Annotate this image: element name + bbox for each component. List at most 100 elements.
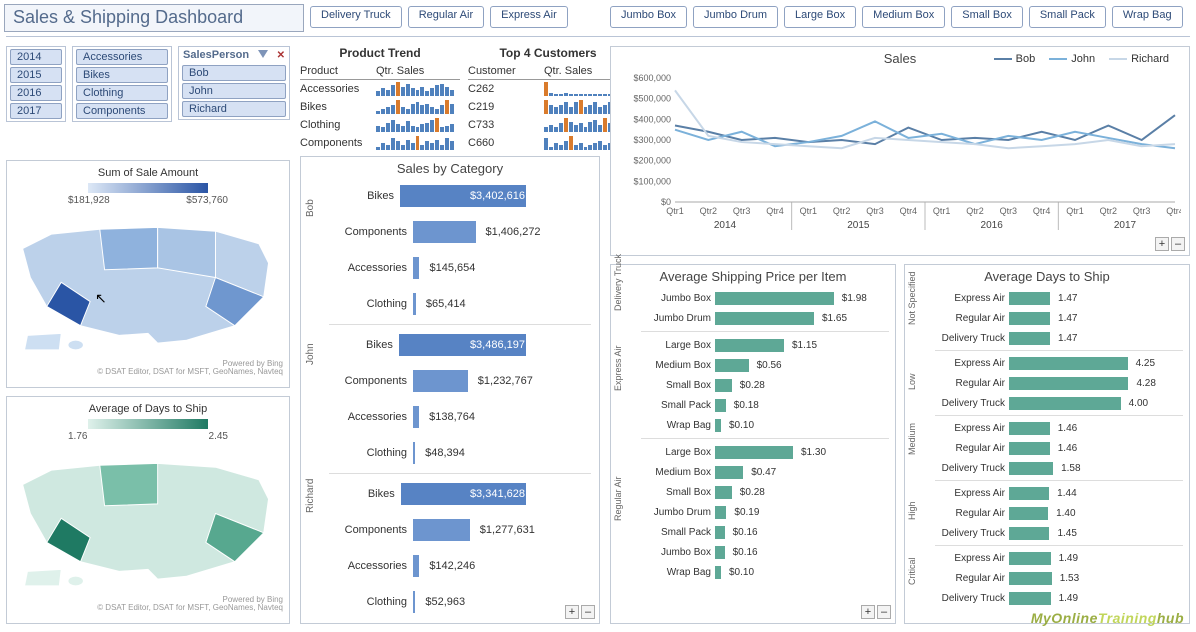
svg-text:Qtr2: Qtr2 xyxy=(1100,206,1118,216)
days-ship-bar xyxy=(1009,507,1048,520)
ship-price-bar xyxy=(715,486,732,499)
us-map-days[interactable] xyxy=(13,446,283,591)
map-days-legend-values: 1.76 2.45 xyxy=(68,431,228,442)
zoom-out-button[interactable]: – xyxy=(1171,237,1185,251)
container-option-4[interactable]: Small Box xyxy=(951,6,1023,28)
sales-cat-bar-label: Accessories xyxy=(329,411,407,423)
avg-days-to-ship-chart[interactable]: Average Days to Ship Express Air1.47Regu… xyxy=(904,264,1190,624)
sales-cat-bar-row: Bikes$3,486,197 xyxy=(329,327,591,363)
watermark-c: hub xyxy=(1157,610,1184,626)
map-days-title: Average of Days to Ship xyxy=(13,403,283,415)
sales-by-category-chart[interactable]: Sales by Category Bikes$3,402,616Compone… xyxy=(300,156,600,624)
ship-price-value: $0.28 xyxy=(740,487,765,498)
salesperson-option-1[interactable]: John xyxy=(182,83,286,99)
days-ship-value: 1.47 xyxy=(1058,333,1077,344)
clear-filter-icon[interactable]: ✕ xyxy=(277,50,285,61)
prod-trend-label: Clothing xyxy=(300,119,376,131)
year-option-3[interactable]: 2017 xyxy=(10,103,62,119)
category-option-3[interactable]: Components xyxy=(76,103,168,119)
ship-price-zoom: + – xyxy=(861,605,891,619)
zoom-out-button[interactable]: – xyxy=(581,605,595,619)
map-sales-card: Sum of Sale Amount $181,928 $573,760 Pow… xyxy=(6,160,290,388)
category-option-1[interactable]: Bikes xyxy=(76,67,168,83)
days-ship-value: 1.47 xyxy=(1058,293,1077,304)
days-ship-bar xyxy=(1009,442,1050,455)
ship-price-row: Medium Box$0.47 xyxy=(641,462,889,482)
container-option-3[interactable]: Medium Box xyxy=(862,6,945,28)
top4-title: Top 4 Customers xyxy=(468,46,628,60)
year-option-0[interactable]: 2014 xyxy=(10,49,62,65)
sales-cat-bar-row: Accessories$138,764 xyxy=(329,399,591,435)
ship-price-row: Small Pack$0.16 xyxy=(641,522,889,542)
ship-price-group: Express Air xyxy=(613,345,623,391)
sales-cat-bar xyxy=(413,370,468,392)
days-ship-label: Delivery Truck xyxy=(935,593,1005,604)
avg-shipping-price-chart[interactable]: Average Shipping Price per Item Jumbo Bo… xyxy=(610,264,896,624)
map-days-gradient xyxy=(88,419,208,429)
prod-trend-row: Clothing xyxy=(300,116,460,134)
days-ship-group: Not Specified xyxy=(907,271,917,325)
days-ship-value: 1.46 xyxy=(1058,443,1077,454)
ship-price-bar xyxy=(715,506,726,519)
svg-text:Qtr4: Qtr4 xyxy=(1033,206,1051,216)
ship-price-label: Jumbo Box xyxy=(641,547,711,558)
sales-cat-bar-row: Components$1,277,631 xyxy=(329,512,591,548)
shipmode-option-1[interactable]: Regular Air xyxy=(408,6,484,28)
legend-john[interactable]: John xyxy=(1049,53,1095,65)
ship-price-row: Small Box$0.28 xyxy=(641,375,889,395)
container-option-2[interactable]: Large Box xyxy=(784,6,856,28)
shipmode-option-0[interactable]: Delivery Truck xyxy=(310,6,402,28)
days-ship-value: 1.40 xyxy=(1056,508,1075,519)
salesperson-option-2[interactable]: Richard xyxy=(182,101,286,117)
ship-price-bar xyxy=(715,399,726,412)
zoom-out-button[interactable]: – xyxy=(877,605,891,619)
zoom-in-button[interactable]: + xyxy=(1155,237,1169,251)
us-map-sales[interactable] xyxy=(13,210,283,355)
ship-price-label: Small Pack xyxy=(641,400,711,411)
ship-price-label: Large Box xyxy=(641,340,711,351)
legend-bob[interactable]: Bob xyxy=(994,53,1036,65)
year-option-1[interactable]: 2015 xyxy=(10,67,62,83)
zoom-in-button[interactable]: + xyxy=(565,605,579,619)
ship-price-title: Average Shipping Price per Item xyxy=(611,265,895,286)
sales-cat-bar-label: Components xyxy=(329,375,407,387)
days-ship-bar xyxy=(1009,312,1050,325)
days-ship-label: Express Air xyxy=(935,488,1005,499)
map-sales-legend-values: $181,928 $573,760 xyxy=(68,195,228,206)
sales-cat-bar xyxy=(413,406,419,428)
container-option-1[interactable]: Jumbo Drum xyxy=(693,6,778,28)
category-option-2[interactable]: Clothing xyxy=(76,85,168,101)
container-option-6[interactable]: Wrap Bag xyxy=(1112,6,1183,28)
days-ship-group: Low xyxy=(907,373,917,390)
ship-price-row: Medium Box$0.56 xyxy=(641,355,889,375)
ship-price-value: $0.10 xyxy=(729,420,754,431)
sales-line-chart[interactable]: Sales Bob John Richard $0$100,000$200,00… xyxy=(610,46,1190,256)
salesperson-slicer-title: SalesPerson xyxy=(183,49,249,61)
category-option-0[interactable]: Accessories xyxy=(76,49,168,65)
watermark: MyOnlineTraininghub xyxy=(1031,610,1184,626)
legend-richard[interactable]: Richard xyxy=(1109,53,1169,65)
ship-price-row: Jumbo Drum$1.65 xyxy=(641,308,889,328)
container-option-0[interactable]: Jumbo Box xyxy=(610,6,687,28)
year-option-2[interactable]: 2016 xyxy=(10,85,62,101)
days-ship-row: Express Air1.49 xyxy=(935,548,1183,568)
year-slicer: 2014 2015 2016 2017 xyxy=(6,46,66,122)
sales-cat-bar-value: $142,246 xyxy=(429,560,475,572)
salesperson-option-0[interactable]: Bob xyxy=(182,65,286,81)
ship-price-bar xyxy=(715,419,721,432)
shipmode-option-2[interactable]: Express Air xyxy=(490,6,568,28)
zoom-in-button[interactable]: + xyxy=(861,605,875,619)
days-ship-group: Medium xyxy=(907,423,917,455)
svg-text:Qtr1: Qtr1 xyxy=(1066,206,1084,216)
filter-icon[interactable] xyxy=(258,50,268,60)
days-ship-value: 1.46 xyxy=(1058,423,1077,434)
container-option-5[interactable]: Small Pack xyxy=(1029,6,1106,28)
svg-text:Qtr1: Qtr1 xyxy=(800,206,818,216)
top4-row: C219 xyxy=(468,98,628,116)
sales-cat-bar-value: $48,394 xyxy=(425,447,465,459)
ship-price-value: $0.16 xyxy=(733,527,758,538)
svg-text:$400,000: $400,000 xyxy=(633,114,671,124)
sparkline xyxy=(376,82,454,96)
ship-price-bar xyxy=(715,466,743,479)
ship-price-group: Delivery Truck xyxy=(613,254,623,311)
